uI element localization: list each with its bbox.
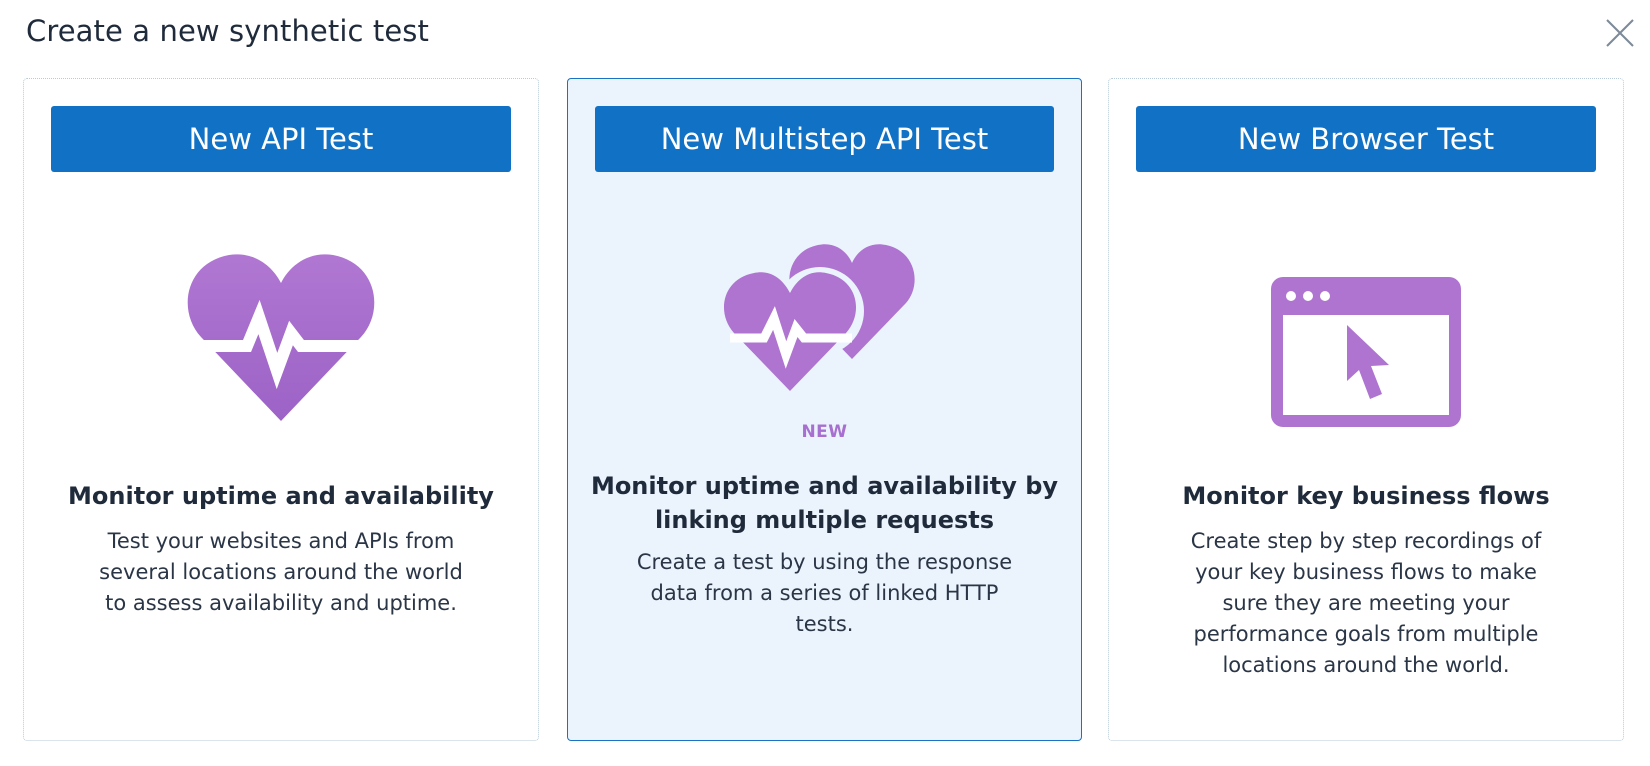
heart-pulse-icon — [24, 249, 538, 429]
card-api-test[interactable]: New API Test Monitor uptime and availabi… — [23, 78, 539, 741]
card-browser-test[interactable]: New Browser Test Monitor key business fl… — [1108, 78, 1624, 741]
browser-cursor-icon — [1109, 277, 1623, 427]
card-description: Create a test by using the response data… — [636, 550, 1013, 636]
card-description: Create step by step recordings of your k… — [1190, 529, 1542, 677]
dialog-title: Create a new synthetic test — [26, 14, 429, 48]
new-api-test-button[interactable]: New API Test — [51, 106, 511, 172]
card-heading: Monitor key business flows — [1182, 482, 1550, 510]
close-icon[interactable] — [1603, 16, 1637, 50]
new-browser-test-button[interactable]: New Browser Test — [1136, 106, 1596, 172]
card-description: Test your websites and APIs from several… — [99, 529, 463, 615]
card-multistep-api-test[interactable]: New Multistep API Test NEW Monitor uptim… — [567, 78, 1082, 741]
card-heading: Monitor uptime and availability — [68, 482, 494, 510]
create-synthetic-test-dialog: Create a new synthetic test New API Test… — [0, 0, 1650, 766]
new-badge: NEW — [801, 422, 848, 442]
new-multistep-api-test-button[interactable]: New Multistep API Test — [595, 106, 1054, 172]
linked-hearts-icon — [568, 239, 1081, 399]
card-heading: Monitor uptime and availability by linki… — [590, 472, 1059, 534]
